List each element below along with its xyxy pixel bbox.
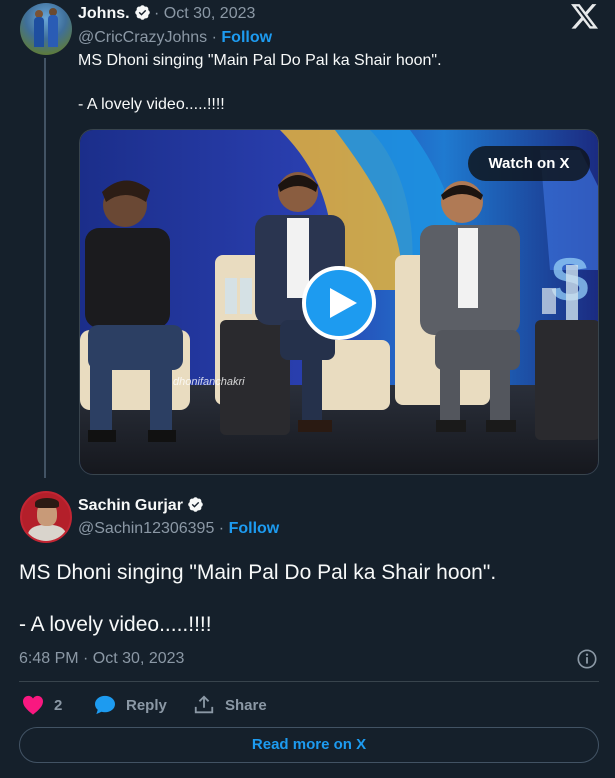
share-label: Share (225, 696, 267, 714)
like-count: 2 (54, 696, 63, 714)
main-tweet-text-line1: MS Dhoni singing "Main Pal Do Pal ka Sha… (19, 561, 497, 584)
main-author-handle-row: @Sachin12306395 · Follow (78, 520, 279, 538)
quoted-follow-link[interactable]: Follow (221, 29, 272, 46)
quoted-author-handle[interactable]: @CricCrazyJohns · (78, 29, 217, 46)
main-tweet-text-line2: - A lovely video.....!!!! (19, 613, 212, 636)
play-icon (330, 288, 357, 318)
quoted-author-name-text[interactable]: Johns. (78, 5, 130, 22)
thread-line (44, 58, 46, 478)
x-logo-icon[interactable] (571, 4, 599, 30)
play-button[interactable] (302, 266, 376, 340)
main-author-handle[interactable]: @Sachin12306395 · (78, 520, 224, 537)
share-upload-icon (194, 695, 214, 714)
main-author-name-text[interactable]: Sachin Gurjar (78, 497, 183, 514)
heart-icon (23, 695, 43, 715)
quoted-author-handle-row: @CricCrazyJohns · Follow (78, 29, 272, 47)
main-author-name[interactable]: Sachin Gurjar (78, 496, 204, 515)
video-watermark: dhonifanchakri (173, 376, 245, 388)
quoted-author-name[interactable]: Johns. (78, 4, 151, 23)
quoted-author-avatar[interactable] (20, 3, 72, 55)
embedded-tweet-card: Johns. · Oct 30, 2023 @CricCrazyJohns · … (0, 0, 615, 778)
reply-label: Reply (126, 696, 167, 714)
read-more-button[interactable]: Read more on X (19, 727, 599, 763)
verified-badge-icon (134, 5, 150, 20)
verified-badge-icon (188, 497, 203, 512)
divider (19, 681, 599, 682)
share-button[interactable]: Share (193, 694, 267, 716)
like-button[interactable]: 2 (22, 694, 62, 716)
quoted-tweet-text-line1: MS Dhoni singing "Main Pal Do Pal ka Sha… (78, 52, 442, 69)
quoted-tweet-text-line2: - A lovely video.....!!!! (78, 96, 225, 113)
watch-on-x-button[interactable]: Watch on X (468, 146, 590, 181)
main-follow-link[interactable]: Follow (229, 520, 280, 537)
main-author-avatar[interactable] (20, 491, 72, 543)
reply-bubble-icon (95, 695, 115, 715)
main-tweet-timestamp[interactable]: 6:48 PM · Oct 30, 2023 (19, 650, 184, 668)
reply-button[interactable]: Reply (94, 694, 167, 716)
quoted-tweet-date[interactable]: · Oct 30, 2023 (154, 5, 255, 23)
info-icon[interactable] (576, 648, 598, 670)
